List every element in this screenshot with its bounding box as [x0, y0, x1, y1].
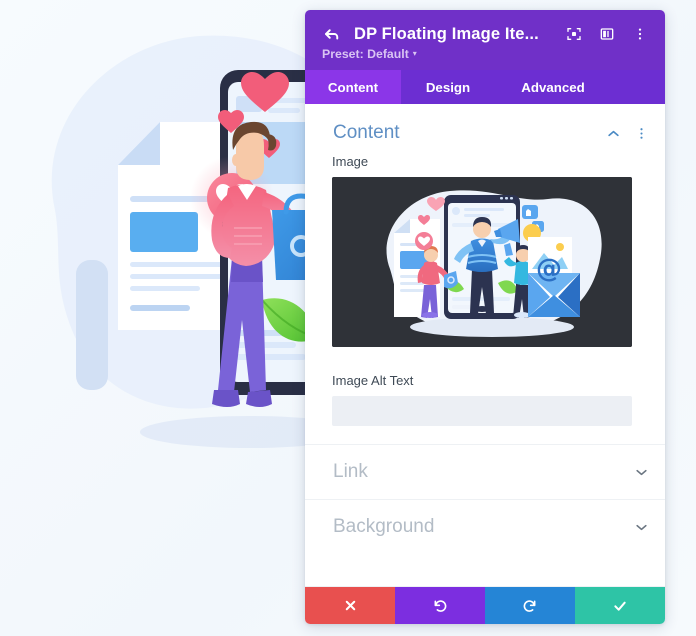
- preset-label: Preset: Default: [322, 47, 409, 61]
- image-field: Image @: [305, 154, 665, 347]
- panel-tabs: Content Design Advanced: [305, 70, 665, 104]
- save-button[interactable]: [575, 587, 665, 624]
- back-arrow-icon[interactable]: [322, 24, 342, 44]
- chevron-down-icon[interactable]: [633, 464, 649, 480]
- redo-arrow-icon: [522, 598, 538, 614]
- content-section-header: Content: [305, 104, 665, 154]
- panel-header-icons: [565, 26, 648, 43]
- cancel-button[interactable]: [305, 587, 395, 624]
- tab-advanced[interactable]: Advanced: [495, 70, 611, 104]
- chevron-down-icon: ▾: [412, 49, 417, 58]
- redo-button[interactable]: [485, 587, 575, 624]
- undo-arrow-icon: [432, 598, 448, 614]
- preset-selector[interactable]: Preset: Default ▾: [322, 47, 648, 61]
- content-section-kebab-menu-icon[interactable]: [633, 125, 649, 141]
- panel-header-row: DP Floating Image Ite...: [322, 24, 648, 44]
- tab-design[interactable]: Design: [401, 70, 495, 104]
- close-x-icon: [343, 598, 358, 613]
- panel-title: DP Floating Image Ite...: [354, 24, 539, 43]
- svg-text:@: @: [536, 254, 562, 284]
- kebab-menu-icon[interactable]: [631, 26, 648, 43]
- section-background-title: Background: [333, 516, 435, 537]
- image-alt-text-field: Image Alt Text: [305, 373, 665, 426]
- content-section-actions: [605, 125, 649, 141]
- section-background[interactable]: Background: [305, 499, 665, 554]
- image-preview-thumbnail[interactable]: @: [332, 177, 632, 347]
- focus-target-icon[interactable]: [565, 26, 582, 43]
- undo-button[interactable]: [395, 587, 485, 624]
- panel-footer: [305, 586, 665, 624]
- content-section-title: Content: [333, 122, 400, 143]
- image-alt-text-label: Image Alt Text: [332, 373, 414, 388]
- chevron-down-icon[interactable]: [633, 519, 649, 535]
- panel-header: DP Floating Image Ite... Preset: Default…: [305, 10, 665, 70]
- tab-content[interactable]: Content: [305, 70, 401, 104]
- module-settings-panel: DP Floating Image Ite... Preset: Default…: [305, 10, 665, 624]
- app-stage: DP Floating Image Ite... Preset: Default…: [0, 0, 696, 636]
- checkmark-icon: [612, 598, 628, 614]
- section-link-title: Link: [333, 461, 368, 482]
- image-field-label: Image: [332, 154, 369, 169]
- section-link[interactable]: Link: [305, 444, 665, 499]
- panel-body: Content Image @ Image Alt Text Link Back…: [305, 104, 665, 586]
- image-alt-text-input[interactable]: [332, 396, 632, 426]
- chevron-up-icon[interactable]: [605, 125, 621, 141]
- layout-columns-icon[interactable]: [598, 26, 615, 43]
